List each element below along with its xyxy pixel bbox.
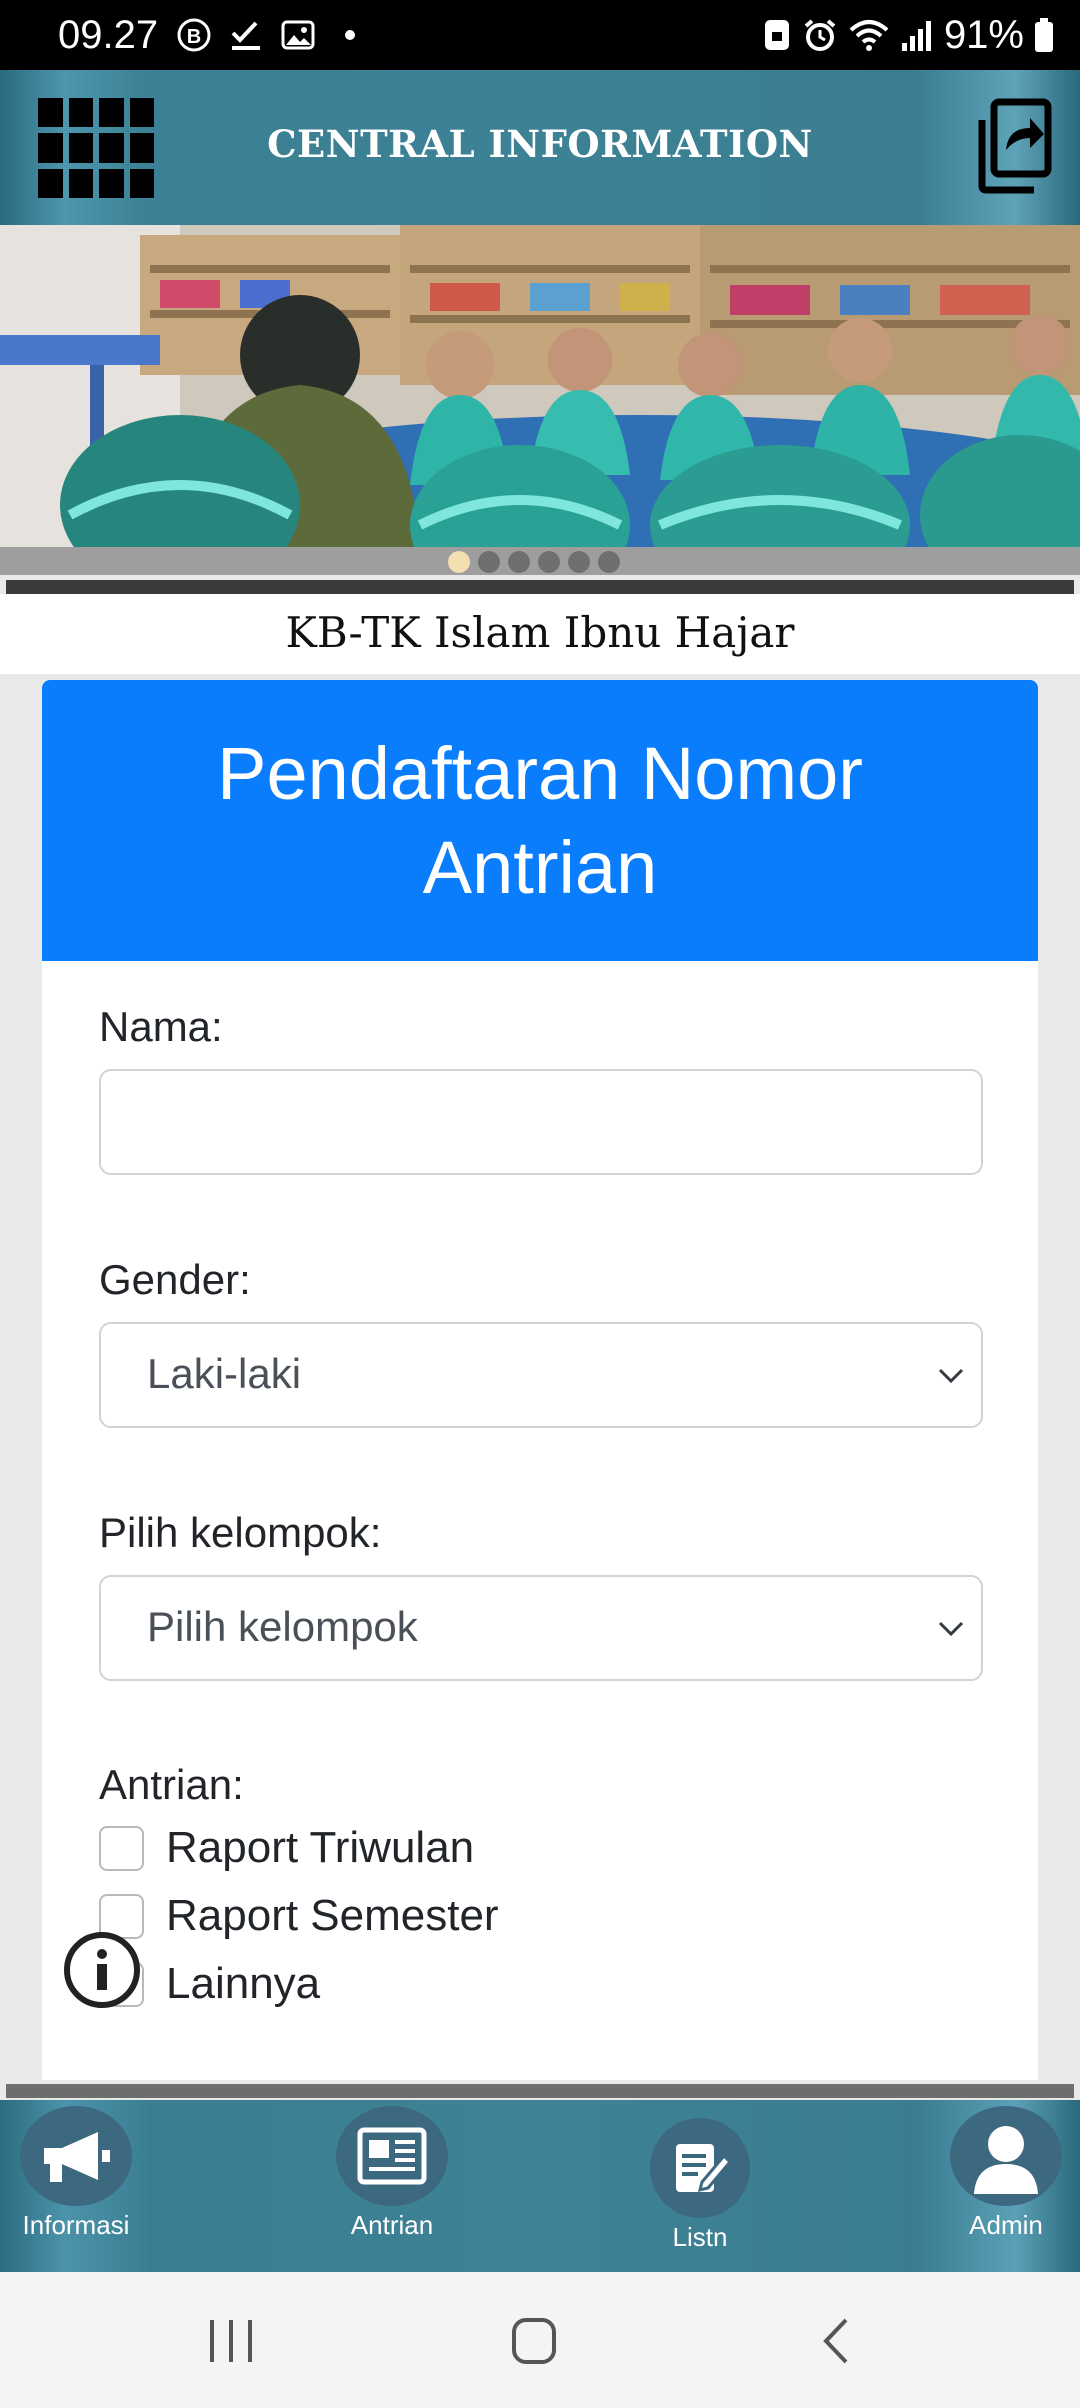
- checkbox[interactable]: [99, 1825, 144, 1871]
- nav-antrian[interactable]: Antrian: [334, 2106, 450, 2241]
- alarm-icon: [804, 19, 836, 51]
- nav-label: Informasi: [22, 2210, 130, 2240]
- lock-rotate-icon: [764, 20, 789, 50]
- status-time: 09.27: [58, 13, 159, 57]
- checkbox-label: Raport Semester: [166, 1891, 499, 1940]
- newspaper-icon: [336, 2106, 448, 2206]
- carousel-dot[interactable]: [448, 551, 470, 573]
- megaphone-icon: [20, 2106, 132, 2206]
- antrian-option-raport-triwulan[interactable]: Raport Triwulan: [99, 1823, 474, 1873]
- recent-apps-icon[interactable]: [206, 2318, 256, 2364]
- bottom-navigation: Informasi Antrian Listn Admin: [0, 2100, 1080, 2272]
- carousel-dot[interactable]: [508, 551, 530, 573]
- nav-label: Antrian: [350, 2210, 434, 2240]
- app-title: CENTRAL INFORMATION: [267, 122, 813, 166]
- status-bar: 09.27 B 91%: [0, 0, 1080, 70]
- app-header: CENTRAL INFORMATION: [0, 70, 1080, 225]
- nav-admin[interactable]: Admin: [948, 2106, 1064, 2241]
- svg-text:B: B: [187, 26, 201, 48]
- nav-label: Listn: [672, 2222, 728, 2252]
- user-avatar-icon: [950, 2106, 1062, 2206]
- carousel-indicator-bar: [0, 547, 1080, 575]
- carousel-dot[interactable]: [568, 551, 590, 573]
- image-notification-icon: [280, 17, 316, 53]
- carousel-dot[interactable]: [538, 551, 560, 573]
- system-navigation-bar: [0, 2272, 1080, 2408]
- nav-label: Admin: [969, 2210, 1043, 2240]
- checkbox-label: Raport Triwulan: [166, 1823, 475, 1872]
- school-name-band: KB-TK Islam Ibnu Hajar: [0, 594, 1080, 674]
- antrian-option-raport-semester[interactable]: Raport Semester: [99, 1891, 499, 1941]
- card-header: Pendaftaran Nomor Antrian: [42, 680, 1038, 961]
- chevron-down-icon: [938, 1368, 964, 1384]
- divider: [6, 580, 1074, 594]
- gender-selected-value: Laki-laki: [147, 1350, 302, 1397]
- nama-label: Nama:: [99, 1003, 223, 1050]
- form-title: Pendaftaran Nomor Antrian: [217, 731, 863, 909]
- queue-registration-card: Pendaftaran Nomor Antrian Nama: Gender: …: [42, 680, 1038, 2080]
- wifi-icon: [849, 20, 889, 51]
- checkbox-label: Lainnya: [166, 1959, 321, 2008]
- kelompok-label: Pilih kelompok:: [99, 1509, 382, 1556]
- signal-icon: [901, 21, 931, 51]
- battery-percentage: 91%: [943, 13, 1024, 57]
- gender-label: Gender:: [99, 1256, 251, 1303]
- info-icon[interactable]: [64, 1932, 140, 2008]
- nav-listn[interactable]: Listn: [642, 2118, 758, 2253]
- carousel-dots: [448, 551, 620, 573]
- school-name: KB-TK Islam Ibnu Hajar: [285, 608, 795, 657]
- status-notification-icons: B: [176, 14, 368, 56]
- chevron-down-icon: [938, 1621, 964, 1637]
- gender-select[interactable]: Laki-laki: [99, 1322, 983, 1428]
- nav-informasi[interactable]: Informasi: [18, 2106, 134, 2241]
- banner-carousel[interactable]: [0, 225, 1080, 547]
- edit-note-icon: [650, 2118, 750, 2218]
- carousel-dot[interactable]: [478, 551, 500, 573]
- kelompok-selected-value: Pilih kelompok: [147, 1603, 418, 1650]
- b-notification-icon: B: [176, 17, 212, 53]
- checklist-notification-icon: [228, 17, 264, 53]
- share-icon[interactable]: [976, 98, 1052, 194]
- divider: [6, 2084, 1074, 2098]
- status-system-icons: 91%: [762, 10, 1054, 60]
- antrian-label: Antrian:: [99, 1761, 244, 1808]
- kelompok-select[interactable]: Pilih kelompok: [99, 1575, 983, 1681]
- classroom-photo: [0, 225, 1080, 547]
- carousel-dot[interactable]: [598, 551, 620, 573]
- more-notifications-dot-icon: [332, 17, 368, 53]
- home-icon[interactable]: [510, 2316, 558, 2366]
- back-icon[interactable]: [818, 2316, 854, 2366]
- nama-input[interactable]: [99, 1069, 983, 1175]
- battery-icon: [1035, 18, 1053, 52]
